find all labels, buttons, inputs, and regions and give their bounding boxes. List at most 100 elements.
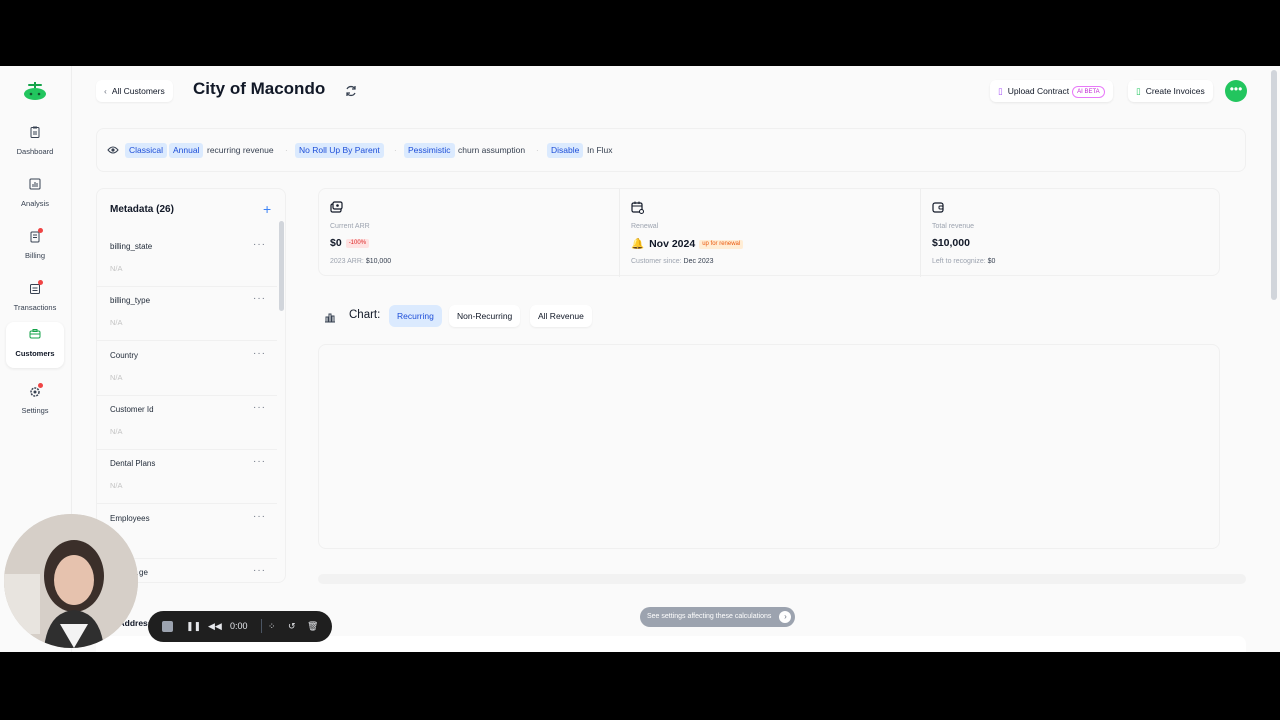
metadata-value: N/A <box>110 264 123 273</box>
metadata-key: billing_type <box>110 296 151 305</box>
metadata-item[interactable]: Customer Id N/A ··· <box>97 396 277 450</box>
kpi-value: $0 -100% <box>330 237 370 249</box>
sidebar-item-label: Analysis <box>21 199 49 208</box>
current-arr-card: Current ARR $0 -100% 2023 ARR: $10,000 <box>319 189 619 277</box>
notification-dot <box>38 228 43 233</box>
metadata-options-button[interactable]: ··· <box>253 402 266 413</box>
presenter-video <box>4 514 138 648</box>
metadata-value: N/A <box>110 481 123 490</box>
metadata-title: Metadata (26) <box>110 204 174 215</box>
kpi-label: Total revenue <box>932 223 975 230</box>
metadata-key: Dental Plans <box>110 459 156 468</box>
stop-recording-button[interactable] <box>162 621 173 632</box>
section-divider <box>318 574 1246 584</box>
kpi-label: Current ARR <box>330 223 370 230</box>
receipt-icon <box>29 228 43 243</box>
kpi-cards: Current ARR $0 -100% 2023 ARR: $10,000 Re… <box>318 188 1220 277</box>
app-frame: Dashboard Analysis Billing Transactions … <box>0 66 1280 652</box>
grid-icon[interactable]: ⁘ <box>268 619 276 633</box>
sidebar-item-label: Customers <box>15 349 55 358</box>
restart-icon[interactable]: ↺ <box>288 619 296 633</box>
metadata-item[interactable]: billing_type N/A ··· <box>97 287 277 341</box>
kpi-value: 🔔 Nov 2024 up for renewal <box>631 237 744 250</box>
tab-recurring[interactable]: Recurring <box>389 305 442 327</box>
renewal-badge: up for renewal <box>699 240 744 249</box>
gear-icon <box>29 383 43 397</box>
create-invoices-button[interactable]: ▯ Create Invoices <box>1128 80 1213 102</box>
metadata-options-button[interactable]: ··· <box>253 565 266 576</box>
kpi-subtext: 2023 ARR: $10,000 <box>330 258 392 265</box>
metadata-value: N/A <box>110 373 123 382</box>
back-to-customers-button[interactable]: ‹ All Customers <box>96 80 173 102</box>
metadata-scrollbar[interactable] <box>279 221 284 311</box>
metadata-options-button[interactable]: ··· <box>253 293 266 304</box>
kpi-subtext: Left to recognize: $0 <box>932 258 996 265</box>
wallet-icon <box>932 202 944 213</box>
no-rollup-chip[interactable]: No Roll Up By Parent <box>295 143 384 158</box>
rewind-icon[interactable]: ◀◀ <box>208 619 222 633</box>
app-logo-icon[interactable] <box>22 80 48 102</box>
transactions-icon <box>29 280 43 294</box>
sidebar-item-customers[interactable]: Customers <box>6 322 64 368</box>
tab-all-revenue[interactable]: All Revenue <box>530 305 592 327</box>
sidebar-item-transactions[interactable]: Transactions <box>6 276 64 322</box>
metadata-panel: Metadata (26) + billing_state N/A ··· bi… <box>96 188 286 583</box>
sidebar-item-analysis[interactable]: Analysis <box>6 172 64 218</box>
calculation-settings-link[interactable]: See settings affecting these calculation… <box>640 607 796 627</box>
kpi-value: $10,000 <box>932 237 970 249</box>
chart-label: Chart: <box>349 309 381 321</box>
metadata-key: Employees <box>110 514 150 523</box>
page-scrollbar[interactable] <box>1271 70 1277 300</box>
sidebar-item-billing[interactable]: Billing <box>6 224 64 270</box>
classical-chip[interactable]: Classical <box>125 143 168 158</box>
metadata-options-button[interactable]: ··· <box>253 456 266 467</box>
clipboard-icon <box>30 126 40 138</box>
invoice-icon: ▯ <box>1136 86 1141 96</box>
pessimistic-chip[interactable]: Pessimistic <box>404 143 455 158</box>
separator: · <box>394 146 397 155</box>
metadata-key: billing_state <box>110 242 153 251</box>
metadata-value: N/A <box>110 427 123 436</box>
calculation-settings-bar: Classical Annual recurring revenue · No … <box>96 128 1246 172</box>
upload-contract-button[interactable]: ▯ Upload Contract AI BETA <box>990 80 1113 102</box>
refresh-icon[interactable] <box>344 84 358 98</box>
notification-dot <box>38 280 43 285</box>
recording-timer: 0:00 <box>230 621 248 631</box>
tab-non-recurring[interactable]: Non-Recurring <box>449 305 521 327</box>
document-icon: ▯ <box>998 86 1003 96</box>
chevron-left-icon: ‹ <box>104 86 107 96</box>
toolbar-divider <box>261 619 262 633</box>
sidebar-item-label: Billing <box>24 251 45 260</box>
total-revenue-card: Total revenue $10,000 Left to recognize:… <box>920 189 1220 277</box>
metadata-options-button[interactable]: ··· <box>253 239 266 250</box>
metadata-key: Customer Id <box>110 405 154 414</box>
metadata-item[interactable]: Dental Plans N/A ··· <box>97 450 277 504</box>
metadata-item[interactable]: billing_state N/A ··· <box>97 233 277 287</box>
sidebar-item-label: Transactions <box>13 303 57 312</box>
money-icon <box>330 201 343 213</box>
more-options-button[interactable]: ••• <box>1225 80 1247 102</box>
chart-icon <box>325 313 335 323</box>
calendar-icon <box>631 201 644 214</box>
revenue-chart: $0$2,000$4,000$6,000$8,000$10,000DEC 202… <box>18 145 1220 549</box>
page-title: City of Macondo <box>193 79 326 98</box>
revenue-chart-svg: $0$2,000$4,000$6,000$8,000$10,000DEC 202… <box>18 145 873 335</box>
churn-assumption-text: churn assumption <box>458 145 526 155</box>
trash-icon[interactable]: 🗑 <box>307 619 318 633</box>
disable-chip[interactable]: Disable <box>547 143 584 158</box>
recorder-toolbar: ❚❚ ◀◀ 0:00 ⁘ ↺ 🗑 <box>148 611 332 642</box>
renewal-card: Renewal 🔔 Nov 2024 up for renewal Customer… <box>619 189 919 277</box>
metadata-options-button[interactable]: ··· <box>253 511 266 522</box>
metadata-item[interactable]: Country N/A ··· <box>97 342 277 396</box>
kpi-label: Renewal <box>631 223 659 230</box>
annual-chip[interactable]: Annual <box>169 143 204 158</box>
sidebar-item-settings[interactable]: Settings <box>6 379 64 425</box>
webcam-overlay[interactable] <box>4 514 138 648</box>
sidebar-item-label: Dashboard <box>16 147 54 156</box>
metadata-options-button[interactable]: ··· <box>253 348 266 359</box>
eye-icon[interactable] <box>107 145 119 155</box>
pause-icon[interactable]: ❚❚ <box>186 619 201 633</box>
change-badge: -100% <box>345 239 370 248</box>
sidebar-item-dashboard[interactable]: Dashboard <box>6 120 64 166</box>
add-metadata-button[interactable]: + <box>263 201 271 217</box>
